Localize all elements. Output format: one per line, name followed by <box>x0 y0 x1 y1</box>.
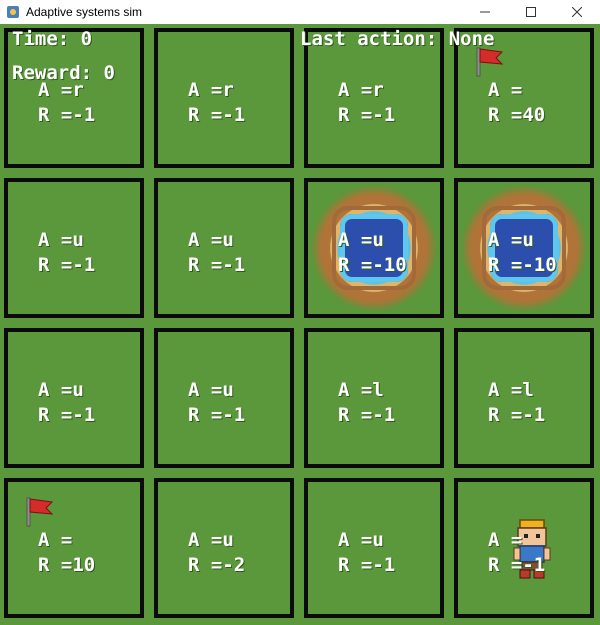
grid-cell: A =u R =-1 <box>4 328 144 468</box>
cell-info: A =l R =-1 <box>338 378 395 428</box>
minimize-button[interactable] <box>462 0 508 24</box>
cell-action-label: A =r <box>188 79 234 101</box>
cell-info: A = R =10 <box>38 528 95 578</box>
cell-reward-label: R =-10 <box>488 254 557 276</box>
cell-reward-label: R =-2 <box>188 554 246 576</box>
grid-cell: A =r R =-1 <box>154 28 294 168</box>
hud-last-action-value: None <box>448 28 495 50</box>
cell-action-label: A =u <box>338 529 384 551</box>
cell-action-label: A =l <box>488 379 534 401</box>
app-icon <box>6 5 20 19</box>
cell-reward-label: R =-1 <box>188 104 246 126</box>
cell-reward-label: R =-1 <box>488 554 546 576</box>
goal-flag-icon <box>26 497 54 527</box>
cell-reward-label: R =-10 <box>338 254 407 276</box>
cell-reward-label: R =-1 <box>488 404 546 426</box>
cell-reward-label: R =-1 <box>188 404 246 426</box>
cell-info: A =u R =-10 <box>488 228 557 278</box>
cell-reward-label: R =10 <box>38 554 96 576</box>
hud-last-action-label: Last action: <box>300 28 438 50</box>
hud-reward: Reward: 0 <box>12 62 115 84</box>
cell-info: A =u R =-1 <box>188 228 245 278</box>
hud-last-action: Last action: None <box>300 28 495 50</box>
cell-action-label: A =u <box>38 379 84 401</box>
cell-reward-label: R =-1 <box>38 104 96 126</box>
hud-time: Time: 0 <box>12 28 92 50</box>
cell-info: A =l R =-1 <box>488 378 545 428</box>
cell-action-label: A =u <box>338 229 384 251</box>
cell-info: A =u R =-1 <box>188 378 245 428</box>
grid-cell: A =u R =-1 <box>154 178 294 318</box>
cell-action-label: A =u <box>188 379 234 401</box>
cell-reward-label: R =-1 <box>188 254 246 276</box>
minimize-icon <box>480 11 490 13</box>
grid-cell: A =u R =-2 <box>154 478 294 618</box>
close-button[interactable] <box>554 0 600 24</box>
cell-action-label: A =u <box>188 529 234 551</box>
maximize-icon <box>526 7 536 17</box>
cell-action-label: A = <box>38 529 73 551</box>
cell-action-label: A = <box>488 529 523 551</box>
window-titlebar: Adaptive systems sim <box>0 0 600 25</box>
cell-reward-label: R =-1 <box>338 404 396 426</box>
cell-action-label: A =l <box>338 379 384 401</box>
cell-info: A =u R =-10 <box>338 228 407 278</box>
hud-reward-label: Reward: <box>12 62 93 84</box>
cell-reward-label: R =-1 <box>38 404 96 426</box>
close-icon <box>572 7 582 17</box>
cell-info: A =u R =-1 <box>338 528 395 578</box>
cell-info: A = R =40 <box>488 78 545 128</box>
grid-world-board: A =r R =-1 A =r R =-1 A =r R =-1 A = R =40 A =u R… <box>0 24 600 625</box>
cell-info: A =r R =-1 <box>338 78 395 128</box>
cell-action-label: A =r <box>338 79 384 101</box>
goal-flag-icon <box>476 47 504 77</box>
grid-cell: A =u R =-1 <box>4 178 144 318</box>
cell-info: A =u R =-1 <box>38 228 95 278</box>
grid-cell: A =u R =-1 <box>304 478 444 618</box>
grid-cell: A = R =10 <box>4 478 144 618</box>
cell-action-label: A =u <box>188 229 234 251</box>
cell-reward-label: R =-1 <box>38 254 96 276</box>
cell-info: A =r R =-1 <box>188 78 245 128</box>
hud-time-value: 0 <box>80 28 93 50</box>
cell-action-label: A =u <box>38 229 84 251</box>
cell-reward-label: R =40 <box>488 104 546 126</box>
cell-reward-label: R =-1 <box>338 554 396 576</box>
hud-reward-value: 0 <box>103 62 115 84</box>
cell-action-label: A = <box>488 79 523 101</box>
grid-cell: A =l R =-1 <box>454 328 594 468</box>
maximize-button[interactable] <box>508 0 554 24</box>
grid-cell: A =u R =-10 <box>304 178 444 318</box>
grid-cell: A =u R =-1 <box>154 328 294 468</box>
cell-info: A =u R =-2 <box>188 528 245 578</box>
cell-reward-label: R =-1 <box>338 104 396 126</box>
cell-info: A =r R =-1 <box>38 78 95 128</box>
grid-cell: A = R =-1 <box>454 478 594 618</box>
window-title: Adaptive systems sim <box>26 5 143 19</box>
grid-cell: A =l R =-1 <box>304 328 444 468</box>
grid-cell: A =u R =-10 <box>454 178 594 318</box>
hud-time-label: Time: <box>12 28 70 50</box>
cell-info: A = R =-1 <box>488 528 545 578</box>
cell-info: A =u R =-1 <box>38 378 95 428</box>
cell-action-label: A =u <box>488 229 534 251</box>
